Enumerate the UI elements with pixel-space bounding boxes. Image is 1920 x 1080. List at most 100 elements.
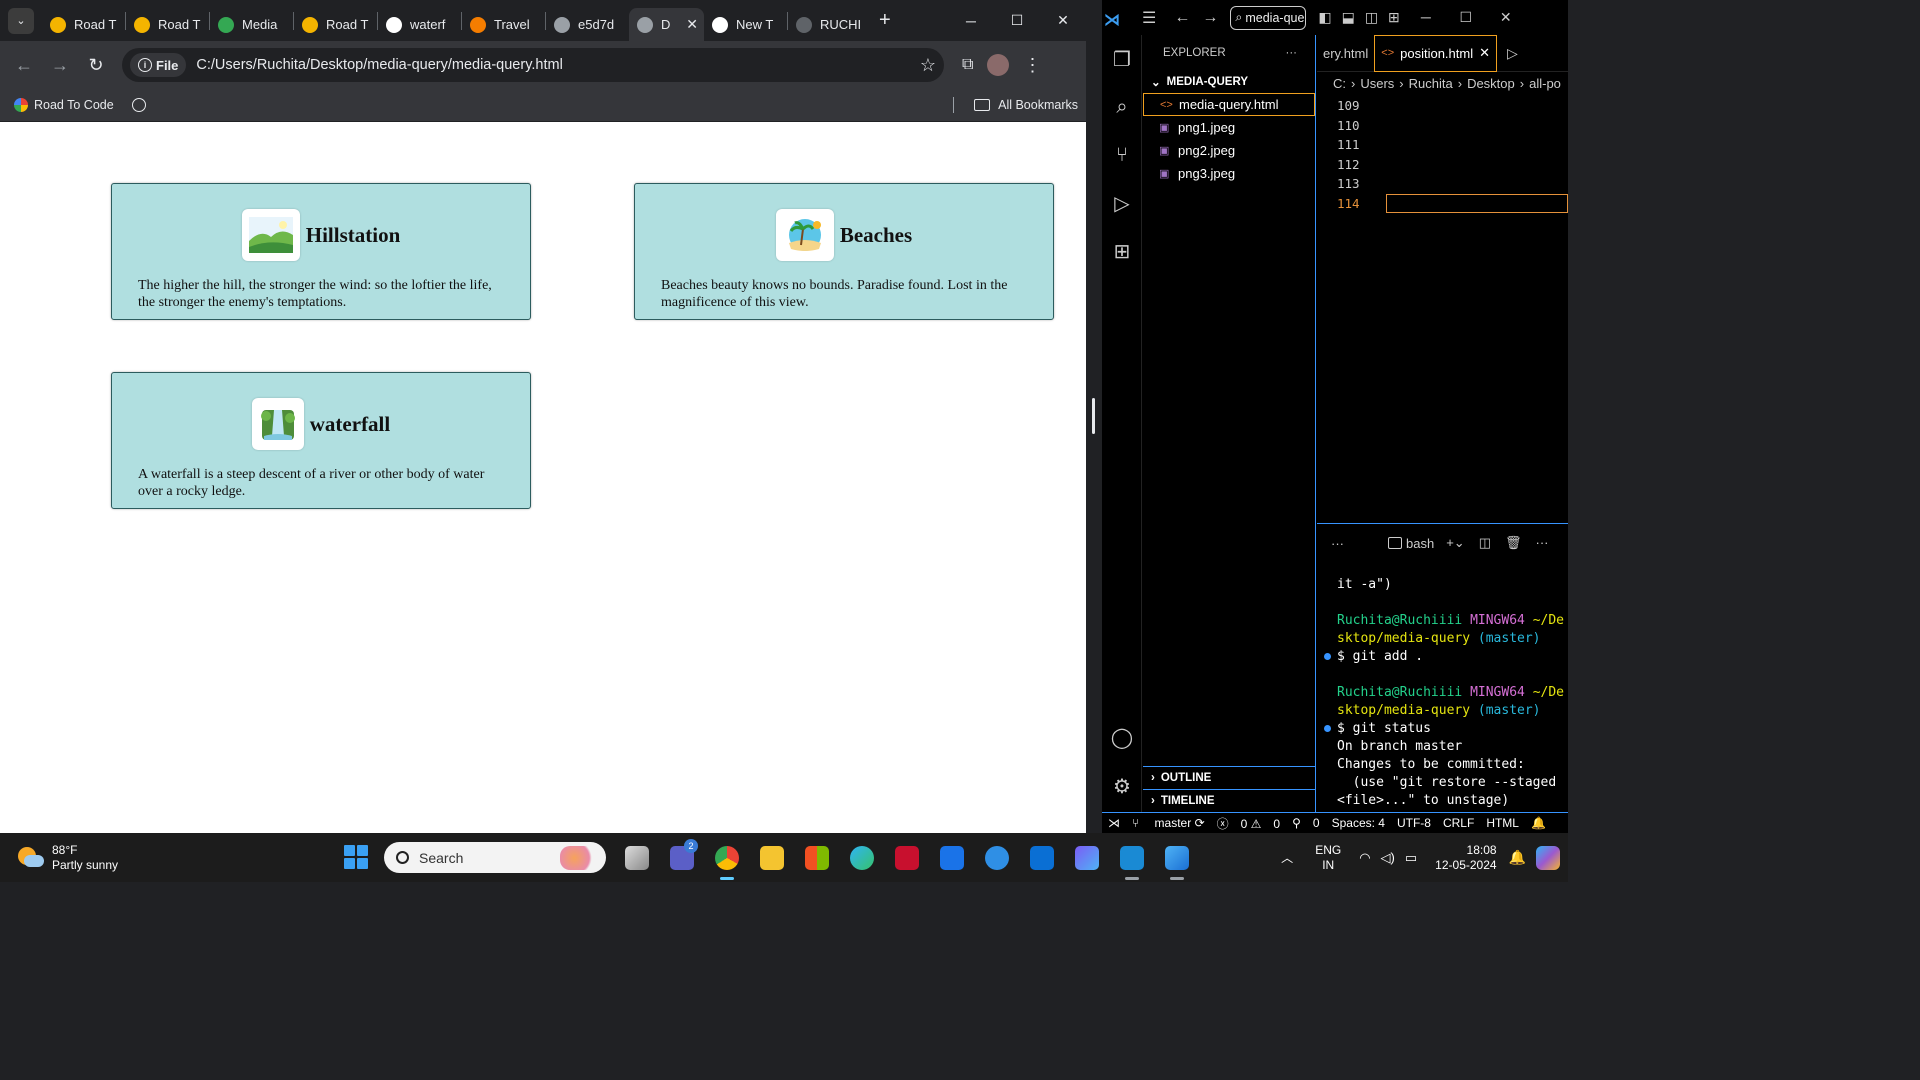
command-center-search[interactable]: ⌕ media-que xyxy=(1230,5,1307,30)
myhp-icon[interactable] xyxy=(933,841,970,874)
browser-tab[interactable]: RUCHI xyxy=(788,8,871,41)
browser-tab[interactable]: e5d7d xyxy=(546,8,629,41)
breadcrumb-item[interactable]: Ruchita xyxy=(1409,76,1453,91)
quick-settings[interactable]: ◠ ◁) ▭ xyxy=(1359,850,1417,866)
vscode-app-icon[interactable] xyxy=(1113,841,1150,880)
get-help-icon[interactable] xyxy=(978,841,1015,874)
remote-icon[interactable]: ⋊ xyxy=(1108,816,1120,830)
browser-tab[interactable]: Road T xyxy=(42,8,125,41)
weather-widget[interactable]: 88°F Partly sunny xyxy=(18,843,118,873)
browser-tab[interactable]: New T xyxy=(704,8,787,41)
vscode-close-button[interactable]: ✕ xyxy=(1486,9,1526,26)
back-button[interactable]: ← xyxy=(6,47,42,83)
breadcrumb-item[interactable]: all-po xyxy=(1529,76,1561,91)
problems-status[interactable]: ⓧ 0 ⚠ 0 xyxy=(1217,815,1280,832)
terminal-output[interactable]: it -a") Ruchita@Ruchiiii MINGW64 ~/De sk… xyxy=(1317,562,1568,810)
toggle-sidebar-icon[interactable]: ◧ xyxy=(1318,9,1331,26)
globe-icon[interactable] xyxy=(131,98,146,112)
mcafee-icon[interactable] xyxy=(888,841,925,874)
toggle-secondary-sidebar-icon[interactable]: ◫ xyxy=(1365,9,1378,26)
forward-arrow-icon[interactable]: → xyxy=(1202,9,1218,27)
language-indicator[interactable]: ENG IN xyxy=(1315,843,1341,873)
clipchamp-icon[interactable] xyxy=(1068,841,1105,874)
file-item[interactable]: ▣ png2.jpeg xyxy=(1143,139,1315,162)
teams-icon[interactable]: 2 xyxy=(663,839,700,874)
taskbar-search[interactable]: Search xyxy=(384,842,606,873)
toggle-panel-icon[interactable]: ⬓ xyxy=(1342,9,1355,26)
customize-layout-icon[interactable]: ⊞ xyxy=(1388,9,1400,26)
more-actions-icon[interactable]: ··· xyxy=(1286,47,1298,59)
editor-line[interactable]: 110 xyxy=(1317,116,1568,136)
copilot-icon[interactable] xyxy=(1536,845,1560,870)
editor-line[interactable]: 113 xyxy=(1317,174,1568,194)
start-button-icon[interactable] xyxy=(344,845,368,869)
back-arrow-icon[interactable]: ← xyxy=(1174,9,1190,27)
reload-button[interactable]: ↻ xyxy=(78,47,114,83)
task-view-icon[interactable] xyxy=(618,841,655,874)
notification-bell-icon[interactable]: 🔔 xyxy=(1509,849,1526,866)
run-icon[interactable]: ▷ xyxy=(1507,45,1518,62)
browser-tab[interactable]: D ✕ xyxy=(629,8,704,41)
bookmark-road-to-code[interactable]: Road To Code xyxy=(14,98,114,112)
indentation-status[interactable]: Spaces: 4 xyxy=(1332,816,1385,830)
run-debug-icon[interactable]: ▷ xyxy=(1102,179,1142,227)
editor-tab[interactable]: ery.html xyxy=(1317,35,1374,72)
split-terminal-icon[interactable]: ◫ xyxy=(1479,535,1491,551)
browser-tab[interactable]: Road T xyxy=(294,8,377,41)
address-bar[interactable]: i File C:/Users/Ruchita/Desktop/media-qu… xyxy=(122,48,944,82)
photos-app-icon[interactable] xyxy=(1158,841,1195,880)
accounts-icon[interactable]: ◯ xyxy=(1102,713,1142,761)
explorer-icon[interactable]: ❐ xyxy=(1102,35,1142,83)
file-explorer-icon[interactable] xyxy=(753,841,790,874)
more-actions-icon[interactable]: ··· xyxy=(1536,535,1549,551)
vscode-maximize-button[interactable]: ☐ xyxy=(1446,9,1486,26)
breadcrumb-item[interactable]: Desktop xyxy=(1467,76,1515,91)
file-item[interactable]: ▣ png3.jpeg xyxy=(1143,162,1315,185)
extensions-icon[interactable]: ⊞ xyxy=(1102,227,1142,275)
splitter-grip[interactable] xyxy=(1092,398,1095,434)
encoding-status[interactable]: UTF-8 xyxy=(1397,816,1431,830)
breadcrumb-item[interactable]: Users xyxy=(1360,76,1394,91)
bookmark-star-icon[interactable]: ☆ xyxy=(920,55,936,76)
maximize-button[interactable]: ☐ xyxy=(994,0,1040,41)
settings-gear-icon[interactable]: ⚙ xyxy=(1102,762,1142,810)
new-terminal-icon[interactable]: +⌄ xyxy=(1446,535,1464,551)
browser-tab[interactable]: waterf xyxy=(378,8,461,41)
new-tab-button[interactable]: + xyxy=(879,9,891,32)
edge-icon[interactable] xyxy=(843,841,880,874)
more-actions-icon[interactable]: ··· xyxy=(1331,536,1344,551)
breadcrumb-item[interactable]: C: xyxy=(1333,76,1346,91)
menu-hamburger-icon[interactable]: ☰ xyxy=(1142,8,1156,28)
search-icon[interactable]: ⌕ xyxy=(1102,83,1142,131)
chrome-app-icon[interactable] xyxy=(708,841,745,880)
blue-app-icon[interactable] xyxy=(1023,841,1060,874)
source-control-icon[interactable]: ⑂ xyxy=(1102,131,1142,179)
browser-tab[interactable]: Media xyxy=(210,8,293,41)
file-item[interactable]: ▣ png1.jpeg xyxy=(1143,116,1315,139)
all-bookmarks-button[interactable]: All Bookmarks xyxy=(953,97,1078,113)
eol-status[interactable]: CRLF xyxy=(1443,816,1474,830)
ms-store-icon[interactable] xyxy=(798,841,835,874)
outline-section[interactable]: › OUTLINE xyxy=(1143,766,1316,788)
url-text[interactable]: C:/Users/Ruchita/Desktop/media-query/med… xyxy=(196,57,919,73)
chrome-menu-icon[interactable]: ⋮ xyxy=(1023,55,1041,76)
close-tab-icon[interactable]: ✕ xyxy=(686,16,698,33)
close-window-button[interactable]: ✕ xyxy=(1040,0,1086,41)
ports-status[interactable]: ⚲ 0 xyxy=(1292,816,1319,830)
editor-tab-active[interactable]: <> position.html ✕ xyxy=(1374,34,1498,72)
editor-line[interactable]: 112 xyxy=(1317,155,1568,175)
clock[interactable]: 18:08 12-05-2024 xyxy=(1435,843,1496,873)
window-splitter[interactable] xyxy=(1086,0,1102,833)
editor-line[interactable]: 114 xyxy=(1317,193,1568,214)
terminal-shell-tab[interactable]: bash xyxy=(1388,536,1434,551)
file-item[interactable]: <> media-query.html xyxy=(1143,93,1315,116)
chevron-up-icon[interactable]: ︿ xyxy=(1281,849,1293,866)
minimize-button[interactable]: ─ xyxy=(948,0,994,41)
tab-search-button[interactable]: ⌄ xyxy=(8,7,34,34)
language-status[interactable]: HTML xyxy=(1486,816,1519,830)
site-info-chip[interactable]: i File xyxy=(130,53,187,77)
folder-media-query[interactable]: ⌄ MEDIA-QUERY xyxy=(1143,71,1315,93)
editor-line[interactable]: 109 xyxy=(1317,96,1568,116)
extensions-icon[interactable]: ⧉ xyxy=(962,56,973,74)
editor-line[interactable]: 111 xyxy=(1317,135,1568,155)
